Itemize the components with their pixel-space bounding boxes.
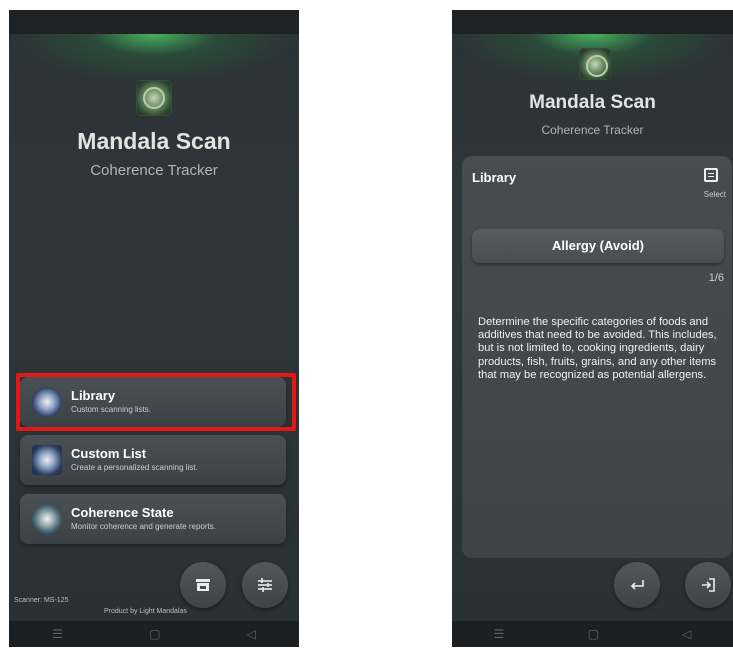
settings-button[interactable] xyxy=(242,562,288,608)
panel-title: Library xyxy=(472,170,517,185)
app-title: Mandala Scan xyxy=(529,92,656,113)
enter-button[interactable] xyxy=(685,562,731,608)
mandala-logo-icon xyxy=(579,48,611,80)
custom-list-mandala-icon xyxy=(32,445,62,475)
coherence-state-mandala-icon xyxy=(32,504,62,534)
system-nav-bar: ☰ ▢ ◁ xyxy=(9,621,299,647)
product-label: Product by Light Mandalas xyxy=(104,608,187,615)
store-icon xyxy=(196,579,210,591)
left-phone-screen: Mandala Scan Coherence Tracker Library C… xyxy=(9,10,299,647)
scanner-label: Scanner: MS-125 xyxy=(14,597,69,604)
item-description: Determine the specific categories of foo… xyxy=(478,316,717,381)
recent-apps-icon[interactable]: ☰ xyxy=(494,627,505,641)
library-panel: Library Select Allergy (Avoid) 1/6 Deter… xyxy=(462,156,732,558)
custom-list-subtitle: Create a personalized scanning list. xyxy=(71,463,198,472)
store-button[interactable] xyxy=(180,562,226,608)
back-button[interactable] xyxy=(614,562,660,608)
coherence-state-subtitle: Monitor coherence and generate reports. xyxy=(71,522,216,531)
item-counter: 1/6 xyxy=(708,272,724,284)
system-nav-bar: ☰ ▢ ◁ xyxy=(452,621,733,647)
list-item-selector[interactable]: Allergy (Avoid) xyxy=(472,229,724,263)
coherence-state-button[interactable]: Coherence State Monitor coherence and ge… xyxy=(20,494,286,544)
home-icon[interactable]: ▢ xyxy=(149,627,160,641)
recent-apps-icon[interactable]: ☰ xyxy=(52,627,63,641)
select-list-icon[interactable] xyxy=(704,168,718,182)
coherence-state-title: Coherence State xyxy=(71,505,174,520)
back-icon[interactable]: ◁ xyxy=(247,627,256,641)
library-mandala-icon xyxy=(32,387,62,417)
right-phone-screen: Mandala Scan Coherence Tracker Library S… xyxy=(452,10,733,647)
back-icon[interactable]: ◁ xyxy=(682,627,691,641)
status-bar xyxy=(452,10,733,34)
library-subtitle: Custom scanning lists. xyxy=(71,405,152,414)
green-glow xyxy=(9,34,299,84)
library-title: Library xyxy=(71,388,116,403)
login-arrow-icon xyxy=(702,578,715,592)
mandala-logo-icon xyxy=(136,80,172,116)
app-subtitle: Coherence Tracker xyxy=(541,123,644,137)
tune-icon xyxy=(258,578,272,592)
back-arrow-icon xyxy=(630,580,644,590)
status-bar xyxy=(9,10,299,34)
custom-list-button[interactable]: Custom List Create a personalized scanni… xyxy=(20,435,286,485)
library-button[interactable]: Library Custom scanning lists. xyxy=(20,377,286,427)
app-title: Mandala Scan xyxy=(77,128,231,154)
select-label[interactable]: Select xyxy=(704,190,726,199)
custom-list-title: Custom List xyxy=(71,446,147,461)
home-icon[interactable]: ▢ xyxy=(588,627,599,641)
app-subtitle: Coherence Tracker xyxy=(90,162,218,179)
